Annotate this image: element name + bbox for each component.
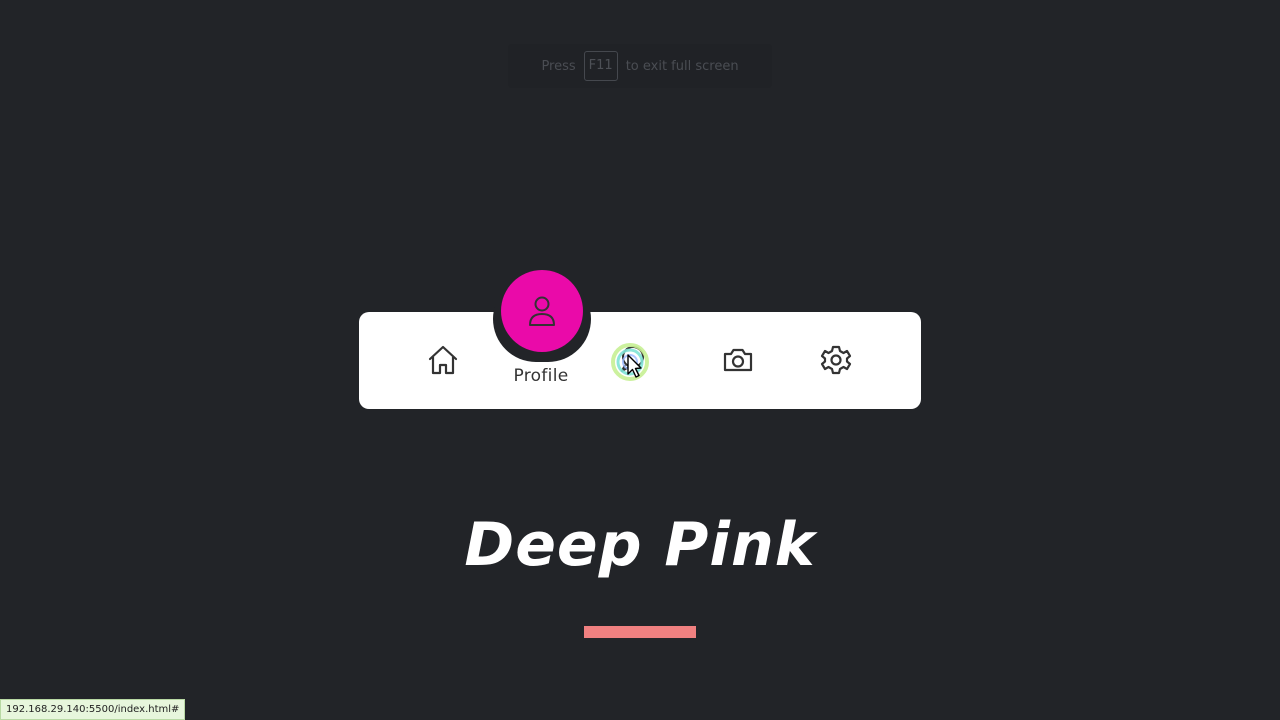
nav-item-profile[interactable] xyxy=(501,270,583,352)
heading-underline xyxy=(584,626,696,638)
fullscreen-hint-prefix: Press xyxy=(541,58,576,74)
nav-item-camera[interactable] xyxy=(714,338,762,382)
fullscreen-hint: Press F11 to exit full screen xyxy=(508,44,772,88)
nav-item-home[interactable] xyxy=(419,338,467,382)
stage: Press F11 to exit full screen Profile De… xyxy=(0,0,1280,720)
fullscreen-hint-suffix: to exit full screen xyxy=(625,58,739,74)
cursor-ripple xyxy=(611,343,649,381)
camera-icon xyxy=(723,348,753,372)
color-name-heading: Deep Pink xyxy=(464,510,816,580)
fullscreen-hint-key: F11 xyxy=(583,51,618,81)
profile-icon xyxy=(529,296,555,326)
home-icon xyxy=(428,345,458,375)
nav-item-profile-label: Profile xyxy=(513,366,569,386)
status-bar-url: 192.168.29.140:5500/index.html# xyxy=(0,699,186,720)
nav-item-settings[interactable] xyxy=(812,338,860,382)
settings-icon xyxy=(820,345,852,375)
